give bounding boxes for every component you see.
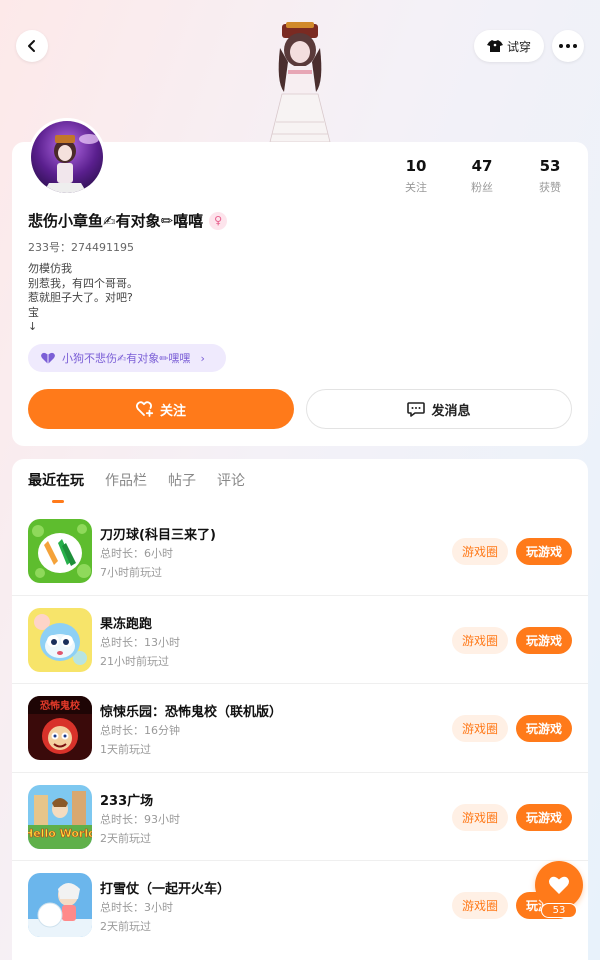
nickname-row: 悲伤小章鱼✍有对象✏嘻嘻 ♀ bbox=[28, 210, 228, 231]
game-last-played: 2天前玩过 bbox=[100, 920, 151, 934]
stat-value: 53 bbox=[539, 157, 561, 175]
user-avatar[interactable] bbox=[28, 118, 106, 196]
follow-button[interactable]: 关注 bbox=[28, 389, 294, 429]
game-icon-horror-title: 恐怖鬼校 bbox=[40, 699, 81, 712]
game-circle-button[interactable]: 游戏圈 bbox=[452, 626, 508, 654]
game-last-played: 1天前玩过 bbox=[100, 743, 151, 757]
try-on-button[interactable]: 试穿 bbox=[474, 30, 544, 62]
nickname: 悲伤小章鱼✍有对象✏嘻嘻 bbox=[28, 212, 204, 230]
game-duration: 总时长：16分钟 bbox=[100, 724, 180, 738]
stats-row: 10 关注 47 粉丝 53 获赞 bbox=[386, 158, 586, 198]
game-list: 刀刃球(科目三来了) 总时长：6小时 7小时前玩过 游戏圈 玩游戏 果冻跑跑 总… bbox=[12, 507, 588, 950]
game-row[interactable]: 打雪仗（一起开火车） 总时长：3小时 2天前玩过 游戏圈 玩游戏 bbox=[12, 861, 588, 950]
game-circle-button[interactable]: 游戏圈 bbox=[452, 715, 508, 743]
game-name: 果冻跑跑 bbox=[100, 616, 153, 632]
bio-line: 宝 bbox=[28, 305, 39, 319]
send-message-label: 发消息 bbox=[431, 403, 471, 419]
game-circle-button[interactable]: 游戏圈 bbox=[452, 538, 508, 565]
game-circle-button[interactable]: 游戏圈 bbox=[452, 892, 508, 920]
game-duration: 总时长：13小时 bbox=[100, 635, 180, 649]
relationship-tag[interactable]: 小狗不悲伤✍有对象✏嘿嘿 › bbox=[28, 344, 226, 372]
game-duration: 总时长：3小时 bbox=[100, 901, 173, 915]
bio-line: 别惹我，有四个哥哥。 bbox=[28, 276, 138, 290]
game-row[interactable]: 恐怖鬼校 惊悚乐园：恐怖鬼校（联机版） 总时长：16分钟 1天前玩过 游戏圈 玩… bbox=[12, 684, 588, 773]
play-game-button[interactable]: 玩游戏 bbox=[516, 538, 572, 565]
game-name: 233广场 bbox=[100, 793, 154, 809]
game-name: 刀刃球(科目三来了) bbox=[100, 528, 216, 543]
game-duration: 总时长：93小时 bbox=[100, 812, 180, 826]
game-last-played: 2天前玩过 bbox=[100, 831, 151, 845]
tab-comments[interactable]: 评论 bbox=[217, 472, 245, 490]
like-count-badge: 53 bbox=[541, 903, 577, 918]
chevron-right-icon: › bbox=[200, 351, 205, 365]
play-game-button[interactable]: 玩游戏 bbox=[516, 803, 572, 831]
game-icon-jelly-run[interactable] bbox=[28, 607, 92, 672]
game-name: 惊悚乐园：恐怖鬼校（联机版） bbox=[100, 705, 283, 721]
stat-value: 10 bbox=[405, 157, 427, 175]
stat-label: 获赞 bbox=[539, 181, 561, 194]
game-icon-hello-world: Hello World bbox=[28, 827, 92, 840]
female-icon: ♀ bbox=[209, 211, 228, 230]
stat-value: 47 bbox=[471, 157, 493, 175]
game-last-played: 7小时前玩过 bbox=[100, 566, 162, 579]
send-message-button[interactable]: 发消息 bbox=[306, 389, 572, 429]
game-icon-horror-school[interactable]: 恐怖鬼校 bbox=[28, 696, 92, 761]
game-row[interactable]: 果冻跑跑 总时长：13小时 21小时前玩过 游戏圈 玩游戏 bbox=[12, 596, 588, 685]
game-last-played: 21小时前玩过 bbox=[100, 654, 169, 668]
stat-label: 粉丝 bbox=[471, 181, 493, 194]
chat-bubble-icon bbox=[407, 402, 426, 417]
shirt-icon bbox=[486, 40, 503, 52]
game-row[interactable]: Hello World 233广场 总时长：93小时 2天前玩过 游戏圈 玩游戏 bbox=[12, 773, 588, 862]
tab-works[interactable]: 作品栏 bbox=[105, 472, 147, 490]
more-options-button[interactable] bbox=[552, 30, 584, 62]
top-bar: 试穿 bbox=[0, 0, 600, 145]
game-row[interactable]: 刀刃球(科目三来了) 总时长：6小时 7小时前玩过 游戏圈 玩游戏 bbox=[12, 507, 588, 596]
stat-followers[interactable]: 47 粉丝 bbox=[452, 158, 512, 195]
bio-line: 勿模仿我 bbox=[28, 262, 72, 275]
game-icon-blade-ball[interactable] bbox=[28, 519, 92, 583]
game-duration: 总时长：6小时 bbox=[100, 547, 173, 560]
bio-line: 惹就胆子大了。对吧? bbox=[28, 291, 133, 304]
active-tab-indicator bbox=[52, 500, 64, 503]
game-icon-snowball-fight[interactable] bbox=[28, 873, 92, 938]
game-name: 打雪仗（一起开火车） bbox=[100, 882, 231, 898]
more-dots-icon bbox=[559, 44, 577, 48]
try-on-label: 试穿 bbox=[506, 39, 531, 54]
follow-label: 关注 bbox=[159, 403, 186, 419]
tab-posts[interactable]: 帖子 bbox=[168, 472, 196, 490]
play-game-button[interactable]: 玩游戏 bbox=[516, 715, 572, 743]
heart-icon bbox=[549, 876, 569, 894]
tab-recently-played[interactable]: 最近在玩 bbox=[28, 472, 84, 490]
back-button[interactable] bbox=[16, 30, 48, 62]
bio: 勿模仿我 别惹我，有四个哥哥。 惹就胆子大了。对吧? 宝 ↓ bbox=[28, 262, 138, 335]
game-icon-233-plaza[interactable]: Hello World bbox=[28, 784, 92, 849]
stat-following[interactable]: 10 关注 bbox=[386, 158, 446, 195]
user-id: 233号：274491195 bbox=[28, 241, 134, 254]
stat-likes[interactable]: 53 获赞 bbox=[520, 158, 580, 195]
add-heart-icon bbox=[135, 401, 154, 417]
chevron-left-icon bbox=[28, 40, 35, 52]
avatar-3d-figure[interactable] bbox=[262, 22, 338, 142]
like-button[interactable] bbox=[535, 861, 583, 909]
stat-label: 关注 bbox=[405, 181, 427, 194]
relationship-tag-text: 小狗不悲伤✍有对象✏嘿嘿 bbox=[62, 352, 191, 365]
bio-line: ↓ bbox=[28, 320, 38, 333]
heart-pair-icon bbox=[41, 352, 55, 364]
game-circle-button[interactable]: 游戏圈 bbox=[452, 803, 508, 831]
profile-tabs: 最近在玩 作品栏 帖子 评论 bbox=[28, 472, 266, 490]
play-game-button[interactable]: 玩游戏 bbox=[516, 626, 572, 654]
